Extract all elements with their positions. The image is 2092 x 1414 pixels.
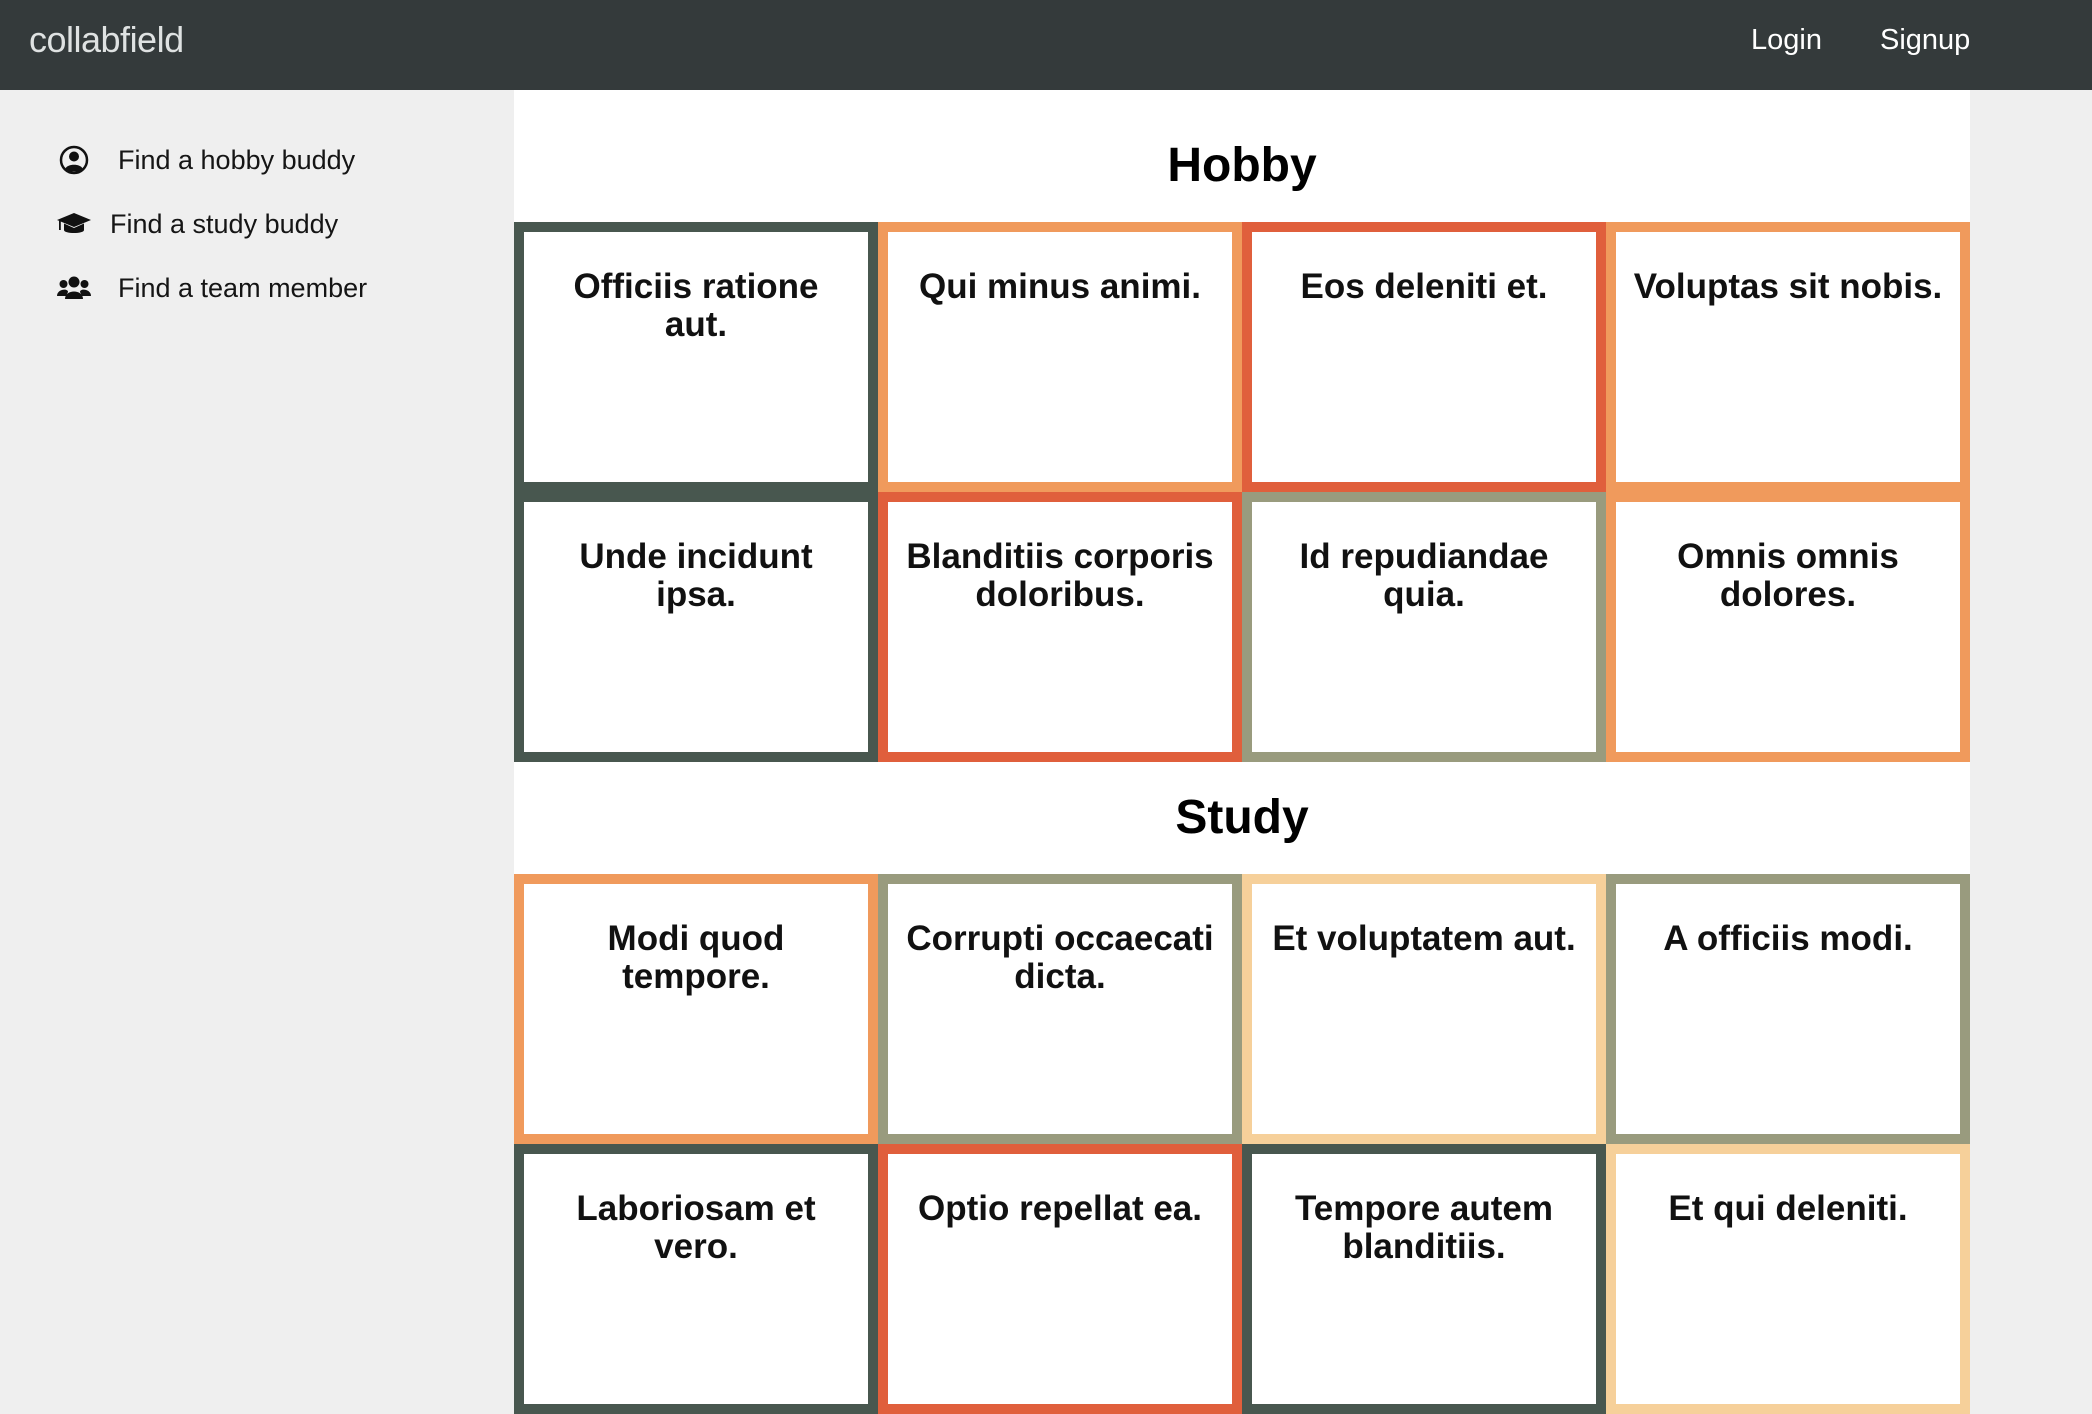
graduation-cap-icon [56,206,92,242]
post-card[interactable]: Et qui deleniti. [1606,1144,1970,1414]
post-card[interactable]: Tempore autem blanditiis. [1242,1144,1606,1414]
post-card-title: Qui minus animi. [919,267,1201,306]
sidebar-item-label: Find a hobby buddy [118,145,356,175]
sidebar: Find a hobby buddy Find a study buddy Fi… [0,90,514,1392]
post-card[interactable]: Optio repellat ea. [878,1144,1242,1414]
post-card-title: Voluptas sit nobis. [1633,267,1943,306]
post-card[interactable]: Laboriosam et vero. [514,1144,878,1414]
login-link[interactable]: Login [1751,20,1822,60]
post-card[interactable]: Blanditiis corporis doloribus. [878,492,1242,762]
post-card-title: Et qui deleniti. [1668,1189,1908,1228]
post-card[interactable]: Eos deleniti et. [1242,222,1606,492]
sidebar-item-study-buddy[interactable]: Find a study buddy [56,199,338,249]
post-card-title: Unde incidunt ipsa. [579,537,813,614]
post-card-title: Optio repellat ea. [918,1189,1202,1228]
post-card-title: Laboriosam et vero. [576,1189,816,1266]
post-card-title: A officiis modi. [1663,919,1913,958]
post-card[interactable]: A officiis modi. [1606,874,1970,1144]
hobby-section-title: Hobby [1167,139,1317,192]
study-section-title: Study [1175,791,1309,844]
sidebar-item-team-member[interactable]: Find a team member [56,263,367,313]
sidebar-item-label: Find a team member [118,273,368,303]
post-card-title: Tempore autem blanditiis. [1294,1189,1554,1266]
post-card-title: Officiis ratione aut. [573,267,819,344]
post-card-title: Corrupti occaecati dicta. [906,919,1214,996]
post-card[interactable]: Officiis ratione aut. [514,222,878,492]
brand-logo-link[interactable]: collabfield [29,20,184,60]
post-card[interactable]: Unde incidunt ipsa. [514,492,878,762]
top-navbar: collabfield Login Signup [0,0,2092,90]
post-card-title: Id repudiandae quia. [1299,537,1549,614]
post-card-title: Blanditiis corporis doloribus. [906,537,1214,614]
post-card[interactable]: Id repudiandae quia. [1242,492,1606,762]
post-card[interactable]: Omnis omnis dolores. [1606,492,1970,762]
sidebar-item-hobby-buddy[interactable]: Find a hobby buddy [56,135,355,185]
post-card-title: Omnis omnis dolores. [1677,537,1899,614]
post-card[interactable]: Voluptas sit nobis. [1606,222,1970,492]
hobby-grid: Officiis ratione aut. Qui minus animi. Eos… [514,222,1970,762]
post-card-title: Et voluptatem aut. [1272,919,1576,958]
sidebar-item-label: Find a study buddy [110,209,339,239]
post-card[interactable]: Modi quod tempore. [514,874,878,1144]
main-content: Hobby Officiis ratione aut. Qui minus ani… [514,90,1970,1414]
post-card-title: Eos deleniti et. [1300,267,1548,306]
signup-link[interactable]: Signup [1880,20,1970,60]
study-grid: Modi quod tempore. Corrupti occaecati dic… [514,874,1970,1414]
post-card[interactable]: Qui minus animi. [878,222,1242,492]
post-card-title: Modi quod tempore. [607,919,785,996]
user-circle-icon [56,142,92,178]
post-card[interactable]: Corrupti occaecati dicta. [878,874,1242,1144]
users-icon [56,270,92,306]
post-card[interactable]: Et voluptatem aut. [1242,874,1606,1144]
